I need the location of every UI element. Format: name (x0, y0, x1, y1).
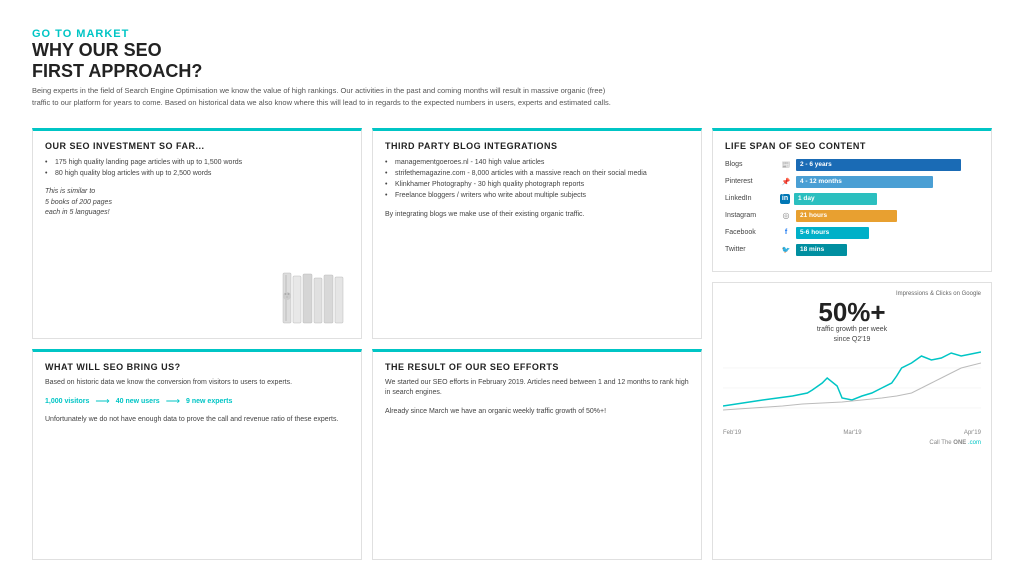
lifespan-label-instagram: Instagram (725, 212, 780, 219)
seo-result-card: THE RESULT OF OUR SEO EFFORTS We started… (372, 349, 702, 560)
chart-x-labels: Feb'19 Mar'19 Apr'19 (723, 430, 981, 436)
blogs-bar-container: 2 - 6 years (796, 159, 979, 171)
content-grid: OUR SEO INVESTMENT SO FAR... 175 high qu… (32, 128, 992, 560)
chart-card: Impressions & Clicks on Google 50%+ traf… (712, 282, 992, 560)
flow-visitors: 1,000 visitors (45, 398, 89, 405)
lifespan-row-pinterest: Pinterest 📌 4 - 12 months (725, 176, 979, 188)
lifespan-row-instagram: Instagram ◎ 21 hours (725, 210, 979, 222)
right-panel: LIFE SPAN OF SEO CONTENT Blogs 📰 2 - 6 y… (712, 128, 992, 560)
pinterest-icon: 📌 (780, 178, 792, 186)
main-title: WHY OUR SEO FIRST APPROACH? (32, 40, 992, 81)
instagram-icon: ◎ (780, 211, 792, 220)
tp-bullet-4: Freelance bloggers / writers who write a… (385, 190, 689, 201)
tp-bullet-2: strifethemagazine.com - 8,000 articles w… (385, 168, 689, 179)
subtitle-text: Being experts in the field of Search Eng… (32, 85, 612, 108)
seo-result-text: We started our SEO efforts in February 2… (385, 378, 689, 399)
seo-result-title: THE RESULT OF OUR SEO EFFORTS (385, 362, 689, 372)
linkedin-icon: in (780, 194, 790, 204)
bullet-2: 80 high quality blog articles with up to… (45, 168, 349, 179)
facebook-bar-container: 5-6 hours (796, 227, 979, 239)
big-number: 50%+ (723, 299, 981, 325)
growth-text: traffic growth per weeksince Q2'19 (723, 325, 981, 345)
chart-svg-area (723, 348, 981, 428)
linkedin-bar: 1 day (794, 193, 877, 205)
linkedin-bar-container: 1 day (794, 193, 979, 205)
similar-text: This is similar to5 books of 200 pagesea… (45, 187, 349, 219)
lifespan-label-blogs: Blogs (725, 161, 780, 168)
instagram-bar-container: 21 hours (796, 210, 979, 222)
twitter-bar: 18 mins (796, 244, 847, 256)
conversion-flow: 1,000 visitors ⟶ 40 new users ⟶ 9 new ex… (45, 396, 349, 407)
header: GO TO MARKET WHY OUR SEO FIRST APPROACH?… (32, 28, 992, 108)
flow-users: 40 new users (116, 398, 160, 405)
pinterest-bar-container: 4 - 12 months (796, 176, 979, 188)
arrow-2: ⟶ (166, 396, 180, 407)
lifespan-label-pinterest: Pinterest (725, 178, 780, 185)
lifespan-row-blogs: Blogs 📰 2 - 6 years (725, 159, 979, 171)
seo-bring-title: WHAT WILL SEO BRING US? (45, 362, 349, 372)
tp-bullet-1: managementgoeroes.nl - 140 high value ar… (385, 157, 689, 168)
seo-bring-card: WHAT WILL SEO BRING US? Based on histori… (32, 349, 362, 560)
flow-experts: 9 new experts (186, 398, 232, 405)
third-party-bullets: managementgoeroes.nl - 140 high value ar… (385, 157, 689, 202)
lifespan-row-linkedin: LinkedIn in 1 day (725, 193, 979, 205)
seo-bring-text: Based on historic data we know the conve… (45, 378, 349, 389)
seo-investment-bullets: 175 high quality landing page articles w… (45, 157, 349, 179)
lifespan-row-twitter: Twitter 🐦 18 mins (725, 244, 979, 256)
seo-bring-footer: Unfortunately we do not have enough data… (45, 415, 349, 426)
arrow-1: ⟶ (95, 396, 109, 407)
books-visual (281, 268, 351, 328)
bullet-1: 175 high quality landing page articles w… (45, 157, 349, 168)
tp-bullet-3: Klinkhamer Photography - 30 high quality… (385, 179, 689, 190)
lifespan-title: LIFE SPAN OF SEO CONTENT (725, 141, 979, 151)
lifespan-label-twitter: Twitter (725, 246, 780, 253)
lifespan-row-facebook: Facebook f 5-6 hours (725, 227, 979, 239)
page: GO TO MARKET WHY OUR SEO FIRST APPROACH?… (0, 0, 1024, 576)
chart-label: Impressions & Clicks on Google (723, 291, 981, 297)
instagram-bar: 21 hours (796, 210, 897, 222)
twitter-bar-container: 18 mins (796, 244, 979, 256)
blogs-bar: 2 - 6 years (796, 159, 961, 171)
seo-investment-card: OUR SEO INVESTMENT SO FAR... 175 high qu… (32, 128, 362, 339)
seo-investment-title: OUR SEO INVESTMENT SO FAR... (45, 141, 349, 151)
facebook-bar: 5-6 hours (796, 227, 869, 239)
third-party-card: THIRD PARTY BLOG INTEGRATIONS management… (372, 128, 702, 339)
lifespan-card: LIFE SPAN OF SEO CONTENT Blogs 📰 2 - 6 y… (712, 128, 992, 272)
lifespan-label-facebook: Facebook (725, 229, 780, 236)
facebook-icon: f (780, 229, 792, 236)
twitter-icon: 🐦 (780, 246, 792, 254)
pinterest-bar: 4 - 12 months (796, 176, 933, 188)
go-to-market-label: GO TO MARKET (32, 28, 992, 40)
seo-result-text2: Already since March we have an organic w… (385, 407, 689, 418)
third-party-footer: By integrating blogs we make use of thei… (385, 210, 689, 221)
blog-icon: 📰 (780, 161, 792, 169)
lifespan-label-linkedin: LinkedIn (725, 195, 780, 202)
footer-brand: Call The ONE .com (723, 440, 981, 446)
third-party-title: THIRD PARTY BLOG INTEGRATIONS (385, 141, 689, 151)
